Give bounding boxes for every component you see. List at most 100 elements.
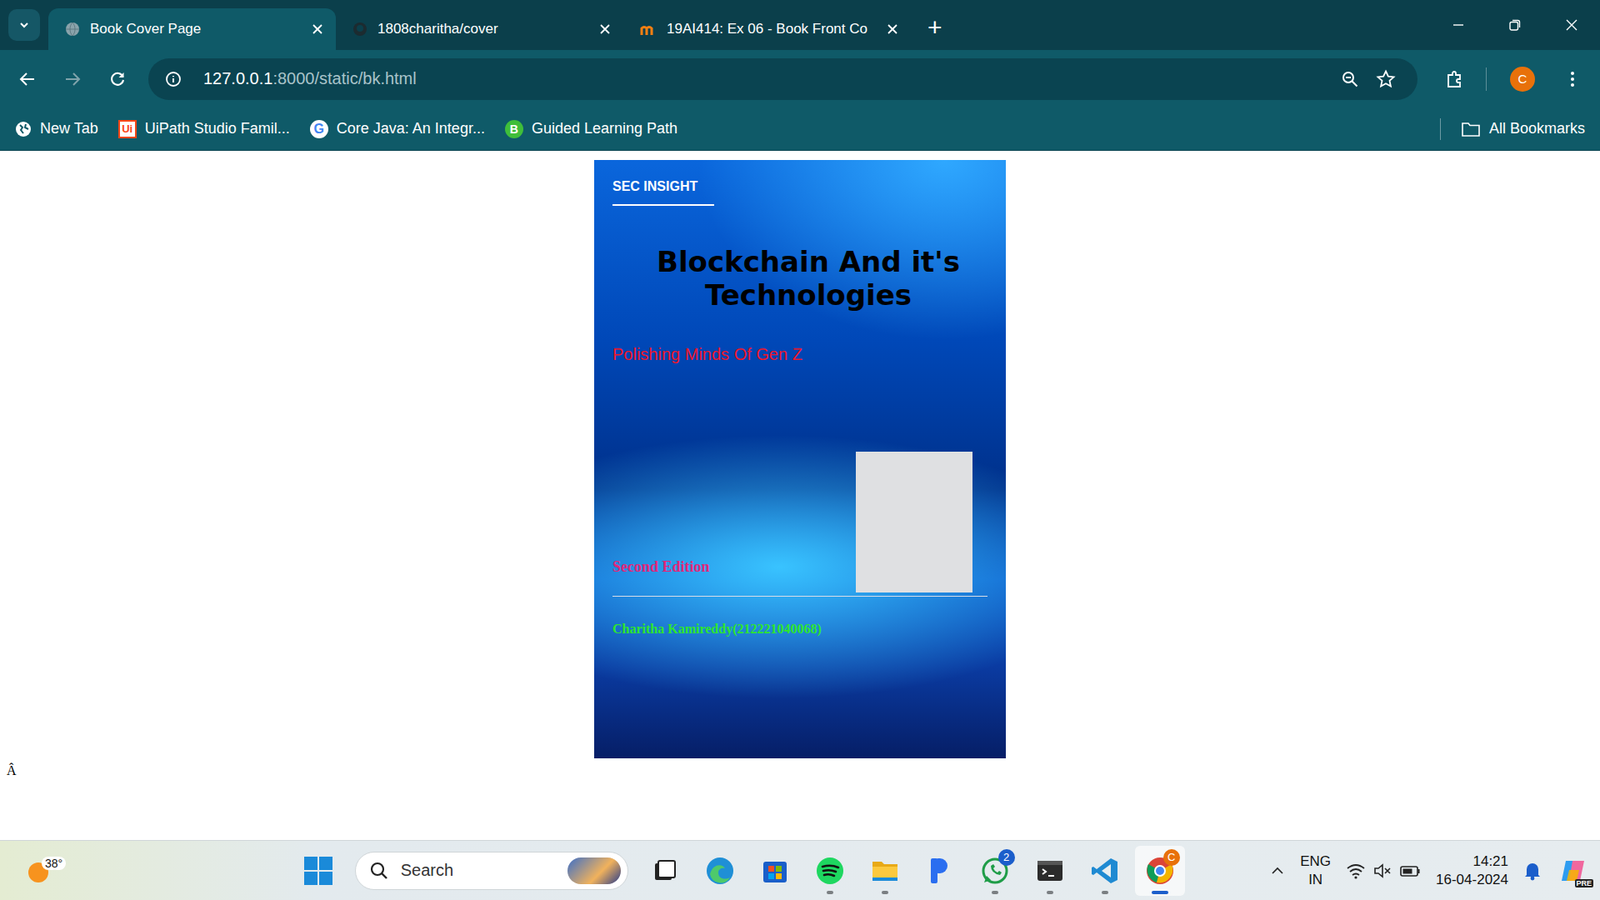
bookmark-logo-icon: G — [310, 120, 329, 139]
bookmark-logo-icon: Ui — [118, 120, 137, 139]
chevron-down-icon — [18, 19, 30, 31]
bookmark-label: UiPath Studio Famil... — [145, 120, 290, 138]
preview-badge: PRE — [1575, 879, 1595, 888]
tab-search-button[interactable] — [8, 9, 40, 41]
edge-icon — [705, 855, 735, 886]
search-icon — [369, 860, 390, 881]
wifi-icon — [1345, 861, 1366, 880]
arrow-left-icon — [18, 70, 37, 89]
terminal-app[interactable] — [1025, 845, 1075, 896]
running-indicator — [991, 890, 999, 895]
bookmark-item[interactable]: B Guided Learning Path — [505, 120, 678, 139]
back-button[interactable] — [8, 60, 47, 99]
bell-icon[interactable] — [1523, 860, 1542, 881]
spotify-app[interactable] — [805, 845, 855, 896]
tab-title: 1808charitha/cover — [377, 20, 590, 38]
reload-button[interactable] — [98, 60, 137, 99]
terminal-icon — [1035, 855, 1065, 886]
system-tray: ENGIN 14:2116-04-2024 PRE — [1270, 852, 1590, 890]
search-box[interactable]: Search — [355, 851, 629, 890]
windows-icon — [303, 855, 334, 886]
bookmark-label: Guided Learning Path — [531, 120, 678, 138]
toolbar-separator — [1485, 67, 1487, 91]
menu-button[interactable] — [1553, 60, 1592, 99]
time: 14:21 — [1472, 852, 1509, 871]
address-bar[interactable]: 127.0.0.1:8000/static/bk.html — [148, 58, 1418, 100]
tab-strip: Book Cover Page 1808charitha/cover 19AI414… — [0, 0, 1600, 50]
bookmark-logo-icon: B — [505, 120, 524, 139]
chrome-app[interactable]: C — [1135, 845, 1185, 896]
search-placeholder: Search — [400, 860, 454, 880]
copilot-button[interactable]: PRE — [1556, 854, 1590, 888]
photo-row: Second Edition — [612, 451, 988, 593]
book-cover: SEC INSIGHTBlockchain And it's Technolog… — [594, 160, 1006, 759]
start-button[interactable] — [293, 845, 344, 896]
browser-tab[interactable]: 1808charitha/cover — [335, 8, 624, 50]
language-indicator[interactable]: ENGIN — [1300, 852, 1331, 890]
clock[interactable]: 14:2116-04-2024 — [1435, 852, 1509, 890]
app-badge: 2 — [998, 849, 1015, 866]
spotify-icon — [815, 855, 845, 886]
folder-icon — [1460, 120, 1481, 138]
quick-settings[interactable] — [1345, 861, 1421, 880]
all-bookmarks-button[interactable]: All Bookmarks — [1460, 120, 1585, 138]
whatsapp-app[interactable]: 2 — [970, 845, 1020, 896]
edition-label: Second Edition — [612, 558, 710, 576]
store-app[interactable] — [750, 845, 800, 896]
taskview-app[interactable] — [640, 845, 690, 896]
browser-window: Book Cover Page 1808charitha/cover 19AI414… — [0, 0, 1600, 900]
minimize-button[interactable] — [1430, 0, 1487, 50]
toolbar: 127.0.0.1:8000/static/bk.html C — [0, 50, 1600, 108]
bookmark-item[interactable]: G Core Java: An Integr... — [310, 120, 485, 139]
running-indicator — [1046, 890, 1054, 895]
pandora-icon — [927, 855, 953, 886]
minimize-icon — [1452, 19, 1465, 31]
search-highlight-image — [567, 857, 621, 885]
explorer-app[interactable] — [860, 845, 910, 896]
globe-icon — [65, 21, 80, 37]
bookmark-item[interactable]: Ui UiPath Studio Famil... — [118, 120, 290, 139]
bookmark-label: All Bookmarks — [1489, 120, 1585, 138]
extensions-button[interactable] — [1435, 60, 1475, 99]
bookmark-label: Core Java: An Integr... — [336, 120, 485, 138]
close-icon[interactable] — [312, 24, 323, 35]
tab-title: 19AI414: Ex 06 - Book Front Co — [666, 20, 878, 38]
site-info-button[interactable] — [160, 65, 187, 93]
restore-button[interactable] — [1486, 0, 1544, 50]
close-window-button[interactable] — [1543, 0, 1600, 50]
bookmarks-separator — [1440, 118, 1441, 140]
running-indicator — [1151, 890, 1169, 895]
running-indicator — [1101, 890, 1109, 895]
web-page: SEC INSIGHTBlockchain And it's Technolog… — [0, 150, 1600, 840]
bookmark-item[interactable]: New Tab — [15, 120, 99, 138]
close-icon[interactable] — [887, 24, 898, 35]
browser-tab[interactable]: 19AI414: Ex 06 - Book Front Co — [623, 8, 911, 50]
store-icon — [760, 856, 790, 885]
new-tab-button[interactable]: + — [927, 15, 943, 40]
date: 16-04-2024 — [1435, 870, 1509, 890]
tab-title: Book Cover Page — [90, 20, 303, 38]
moodle-icon — [640, 21, 657, 37]
close-icon[interactable] — [600, 24, 610, 35]
temperature: 38° — [41, 856, 66, 870]
battery-icon — [1399, 861, 1421, 880]
pandora-app[interactable] — [915, 845, 965, 896]
profile-button[interactable]: C — [1510, 66, 1535, 92]
star-icon[interactable] — [1375, 69, 1396, 90]
chevron-up-icon[interactable] — [1270, 863, 1285, 879]
restore-icon — [1509, 19, 1521, 31]
vscode-app[interactable] — [1080, 845, 1130, 896]
region-code: IN — [1308, 870, 1323, 890]
book-subtitle: Polishing Minds Of Gen Z — [612, 344, 988, 365]
vscode-icon — [1090, 855, 1120, 886]
author-photo — [855, 451, 973, 593]
edge-app[interactable] — [695, 845, 745, 896]
language-code: ENG — [1300, 852, 1331, 871]
running-indicator — [826, 890, 834, 895]
weather-widget[interactable]: 38° — [25, 856, 66, 885]
forward-button[interactable] — [53, 60, 92, 99]
zoom-icon[interactable] — [1340, 70, 1360, 89]
divider-line — [612, 595, 988, 597]
brand-label: SEC INSIGHT — [612, 179, 715, 206]
browser-tab[interactable]: Book Cover Page — [48, 8, 336, 50]
